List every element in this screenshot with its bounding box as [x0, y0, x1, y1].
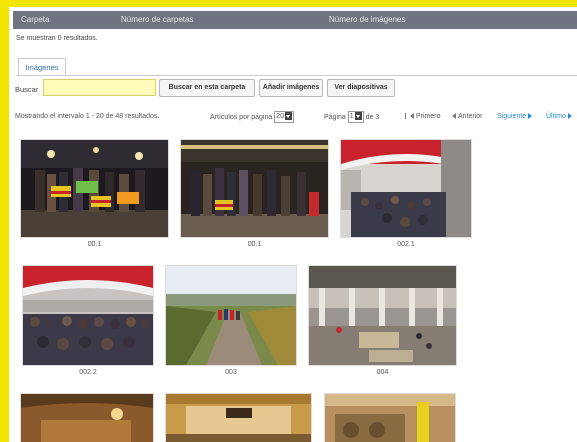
arrow-left-icon — [410, 113, 414, 120]
prev-page-link[interactable]: Anterior — [452, 111, 483, 123]
chevron-down-icon — [285, 112, 293, 121]
thumbnail-image[interactable] — [21, 140, 168, 237]
folder-table-header: Carpeta Número de carpetas Número de imá… — [13, 11, 577, 29]
per-page-select[interactable]: 20 — [274, 111, 295, 123]
thumbnail-image[interactable] — [181, 140, 328, 237]
last-page-link[interactable]: Último — [546, 111, 572, 123]
thumbnail-image[interactable] — [309, 266, 456, 365]
thumbnail-caption: 00.1 — [247, 241, 262, 248]
image-gallery-page: Carpeta Número de carpetas Número de imá… — [9, 7, 577, 442]
chevron-down-icon — [354, 112, 362, 121]
next-page-link[interactable]: Siguiente — [497, 111, 533, 123]
slideshow-button[interactable]: Ver diapositivas — [327, 79, 395, 97]
first-icon — [405, 113, 409, 120]
arrow-right-icon — [528, 113, 533, 120]
thumbnail-caption: 00.1 — [87, 241, 102, 248]
thumbnail-caption: 002.2 — [79, 369, 97, 376]
page-label: Página — [324, 113, 346, 121]
thumbnail-image[interactable] — [166, 266, 296, 365]
column-header-image-count[interactable]: Número de imágenes — [329, 15, 405, 24]
thumbnail-caption: 004 — [376, 369, 389, 376]
arrow-right-icon — [567, 113, 572, 120]
per-page-label: Artículos por página — [210, 113, 273, 121]
search-folder-button[interactable]: Buscar en esta carpeta — [159, 79, 255, 97]
column-header-folder[interactable]: Carpeta — [21, 15, 49, 24]
range-text: Mostrando el intervalo 1 - 20 de 48 resu… — [15, 113, 160, 120]
results-message: Se muestran 0 resultados. — [16, 35, 98, 42]
thumbnail-image[interactable] — [21, 394, 153, 442]
first-page-link[interactable]: Primero — [405, 111, 441, 123]
add-images-button[interactable]: Añadir imágenes — [259, 79, 323, 97]
page-control: Página 1 de 3 — [324, 111, 379, 123]
search-input[interactable] — [43, 79, 156, 96]
thumbnail-image[interactable] — [23, 266, 153, 365]
search-label: Buscar — [15, 85, 39, 94]
per-page-control: Artículos por página 20 — [210, 111, 295, 123]
thumbnail-image[interactable] — [166, 394, 311, 442]
column-header-folder-count[interactable]: Número de carpetas — [121, 15, 193, 24]
page-of-text: de 3 — [365, 113, 380, 121]
arrow-left-icon — [452, 113, 456, 120]
thumbnail-image[interactable] — [325, 394, 455, 442]
thumbnail-caption: 003 — [225, 369, 237, 376]
page-select[interactable]: 1 — [347, 111, 364, 123]
thumbnail-caption: 002.1 — [397, 241, 415, 248]
tab-images[interactable]: Imágenes — [18, 58, 66, 75]
thumbnail-image[interactable] — [341, 140, 471, 237]
tab-divider — [16, 75, 577, 76]
